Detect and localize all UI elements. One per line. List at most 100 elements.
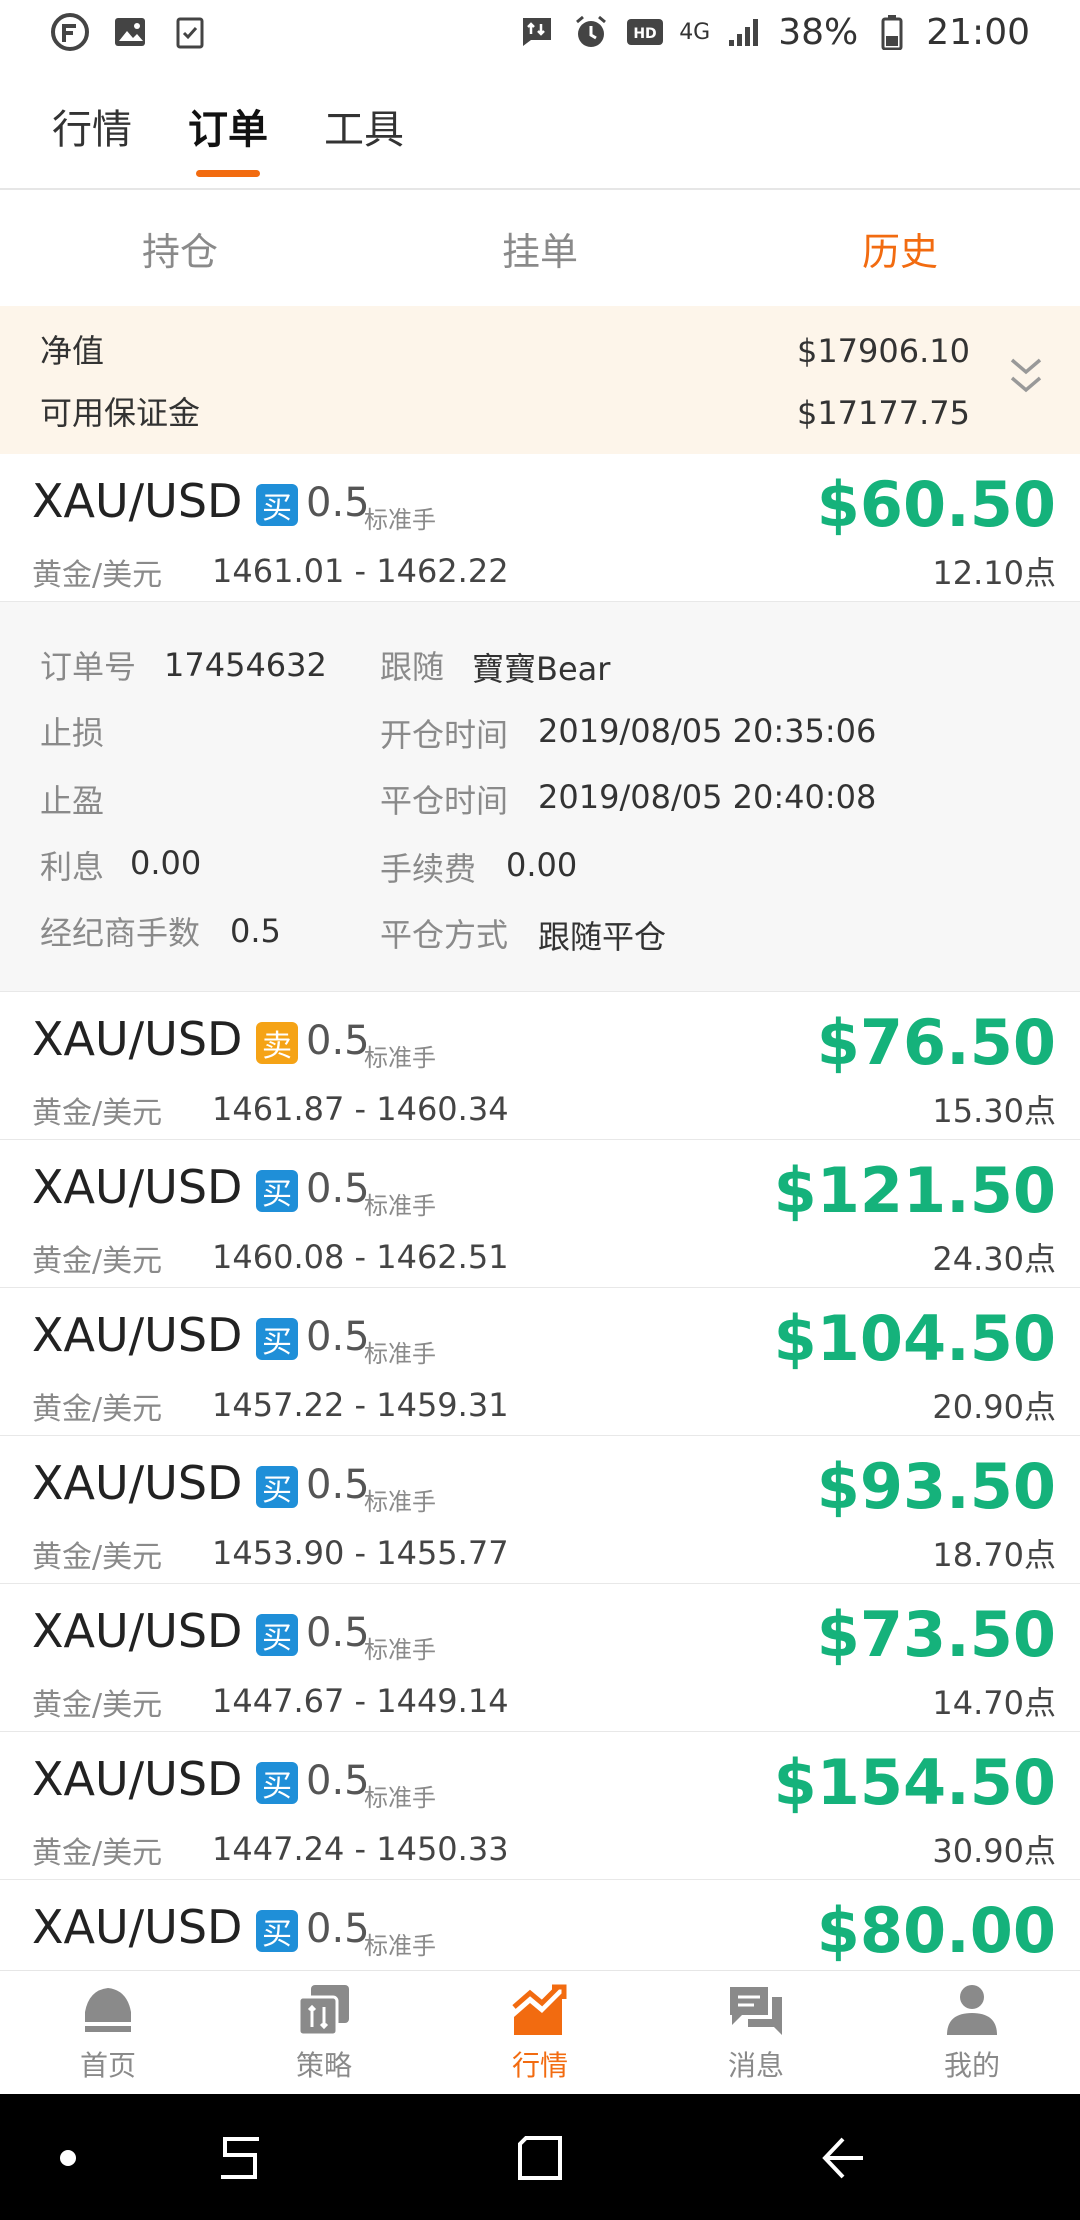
top-tabs: 行情 订单 工具 xyxy=(0,64,1080,190)
trade-price-range: 1460.08 - 1462.51 xyxy=(212,1238,509,1276)
trade-lot-unit: 标准手 xyxy=(364,1932,436,1960)
image-icon xyxy=(110,14,150,50)
follow-trader[interactable]: 寶寶Bear xyxy=(472,644,610,690)
nav-home-label: 首页 xyxy=(79,2048,136,2082)
fee-value: 0.00 xyxy=(506,846,578,884)
net-value-label: 净值 xyxy=(40,332,105,370)
trade-points: 30.90点 xyxy=(932,1832,1056,1870)
app-notification-icon xyxy=(50,13,90,51)
battery-icon xyxy=(872,14,912,50)
nav-profile-label: 我的 xyxy=(943,2048,1000,2082)
equity-panel: 净值 $17906.10 可用保证金 $17177.75 xyxy=(0,306,1080,454)
recent-apps-icon[interactable] xyxy=(212,2130,268,2186)
trade-price-range: 1453.90 - 1455.77 xyxy=(212,1534,509,1572)
nav-home[interactable]: 首页 xyxy=(0,1971,216,2094)
clock: 21:00 xyxy=(926,11,1030,53)
alarm-icon xyxy=(571,14,611,50)
broker-lots-value: 0.5 xyxy=(230,912,281,950)
android-nav-bar xyxy=(0,2094,1080,2220)
market-icon xyxy=(512,1982,568,2038)
trade-profit: $80.00 xyxy=(816,1894,1056,1967)
trade-row[interactable]: XAU/USD 买 0.5 标准手 黄金/美元 1447.24 - 1450.3… xyxy=(0,1732,1080,1880)
trade-instrument-name: 黄金/美元 xyxy=(32,1392,163,1427)
trade-lots: 0.5 xyxy=(306,1610,370,1656)
trade-instrument-name: 黄金/美元 xyxy=(32,1836,163,1871)
trade-instrument-name: 黄金/美元 xyxy=(32,558,163,593)
trade-row[interactable]: XAU/USD 买 0.5 标准手 黄金/美元 1447.67 - 1449.1… xyxy=(0,1584,1080,1732)
trade-points: 12.10点 xyxy=(932,554,1056,592)
interest-value: 0.00 xyxy=(130,844,202,882)
status-bar: HD 4G 38% 21:00 xyxy=(0,0,1080,64)
trade-row[interactable]: XAU/USD 买 0.5 标准手 黄金/美元 1457.22 - 1459.3… xyxy=(0,1288,1080,1436)
trade-profit: $154.50 xyxy=(773,1746,1056,1819)
trade-row[interactable]: XAU/USD 卖 0.5 标准手 黄金/美元 1461.87 - 1460.3… xyxy=(0,992,1080,1140)
network-type: 4G xyxy=(679,19,711,45)
trade-symbol: XAU/USD xyxy=(32,1752,243,1806)
trade-price-range: 1461.87 - 1460.34 xyxy=(212,1090,509,1128)
trade-lots: 0.5 xyxy=(306,480,370,526)
hd-voice-icon: HD xyxy=(625,14,665,50)
close-time-label: 平仓时间 xyxy=(380,782,509,820)
trade-lot-unit: 标准手 xyxy=(364,1784,436,1812)
svg-text:HD: HD xyxy=(634,26,657,42)
nav-market[interactable]: 行情 xyxy=(432,1971,648,2094)
battery-percent: 38% xyxy=(778,11,859,53)
trade-lots: 0.5 xyxy=(306,1462,370,1508)
top-tab-market[interactable]: 行情 xyxy=(52,63,132,189)
sub-tab-history[interactable]: 历史 xyxy=(720,221,1080,276)
trade-symbol: XAU/USD xyxy=(32,1900,243,1954)
order-number-label: 订单号 xyxy=(40,648,137,686)
trade-profit: $104.50 xyxy=(773,1302,1056,1375)
trade-symbol: XAU/USD xyxy=(32,1160,243,1214)
top-tab-orders[interactable]: 订单 xyxy=(188,63,268,189)
sub-tabs: 持仓 挂单 历史 xyxy=(0,190,1080,306)
top-tab-tools[interactable]: 工具 xyxy=(324,63,404,189)
checklist-icon xyxy=(170,14,210,50)
side-badge: 买 xyxy=(256,1614,298,1656)
sub-tab-positions[interactable]: 持仓 xyxy=(0,221,360,276)
side-badge: 买 xyxy=(256,1910,298,1952)
trade-symbol: XAU/USD xyxy=(32,1604,243,1658)
nav-dot-icon[interactable] xyxy=(40,2130,96,2186)
trade-row[interactable]: XAU/USD 买 0.5 标准手 黄金/美元 1461.01 - 1462.2… xyxy=(0,454,1080,602)
nav-strategy[interactable]: 策略 xyxy=(216,1971,432,2094)
trade-lots: 0.5 xyxy=(306,1018,370,1064)
close-time: 2019/08/05 20:40:08 xyxy=(538,778,877,816)
trade-profit: $60.50 xyxy=(816,468,1056,541)
trade-instrument-name: 黄金/美元 xyxy=(32,1096,163,1131)
trade-row[interactable]: XAU/USD 买 0.5 标准手 $80.00 xyxy=(0,1880,1080,1970)
sub-tab-pending[interactable]: 挂单 xyxy=(360,221,720,276)
nav-profile[interactable]: 我的 xyxy=(864,1971,1080,2094)
trade-symbol: XAU/USD xyxy=(32,474,243,528)
side-badge: 买 xyxy=(256,1762,298,1804)
trade-lot-unit: 标准手 xyxy=(364,1044,436,1072)
trade-lot-unit: 标准手 xyxy=(364,1488,436,1516)
trade-points: 18.70点 xyxy=(932,1536,1056,1574)
nav-market-label: 行情 xyxy=(511,2048,568,2082)
trade-instrument-name: 黄金/美元 xyxy=(32,1540,163,1575)
expand-chevron-icon[interactable] xyxy=(1006,350,1046,402)
nav-strategy-label: 策略 xyxy=(295,2048,352,2082)
trade-instrument-name: 黄金/美元 xyxy=(32,1688,163,1723)
nav-messages[interactable]: 消息 xyxy=(648,1971,864,2094)
side-badge: 卖 xyxy=(256,1022,298,1064)
trade-symbol: XAU/USD xyxy=(32,1308,243,1362)
trade-lots: 0.5 xyxy=(306,1166,370,1212)
stop-loss-label: 止损 xyxy=(40,714,105,752)
trade-points: 15.30点 xyxy=(932,1092,1056,1130)
trade-points: 14.70点 xyxy=(932,1684,1056,1722)
close-method-value: 跟随平仓 xyxy=(538,918,667,956)
broker-lots-label: 经纪商手数 xyxy=(40,914,201,952)
trade-symbol: XAU/USD xyxy=(32,1012,243,1066)
home-icon xyxy=(80,1982,136,2038)
fee-label: 手续费 xyxy=(380,850,477,888)
available-margin-value: $17177.75 xyxy=(796,394,970,432)
trade-profit: $93.50 xyxy=(816,1450,1056,1523)
home-button-icon[interactable] xyxy=(512,2130,568,2186)
trade-profit: $76.50 xyxy=(816,1006,1056,1079)
side-badge: 买 xyxy=(256,1466,298,1508)
back-arrow-icon[interactable] xyxy=(816,2130,872,2186)
trade-price-range: 1447.67 - 1449.14 xyxy=(212,1682,509,1720)
trade-row[interactable]: XAU/USD 买 0.5 标准手 黄金/美元 1453.90 - 1455.7… xyxy=(0,1436,1080,1584)
trade-row[interactable]: XAU/USD 买 0.5 标准手 黄金/美元 1460.08 - 1462.5… xyxy=(0,1140,1080,1288)
